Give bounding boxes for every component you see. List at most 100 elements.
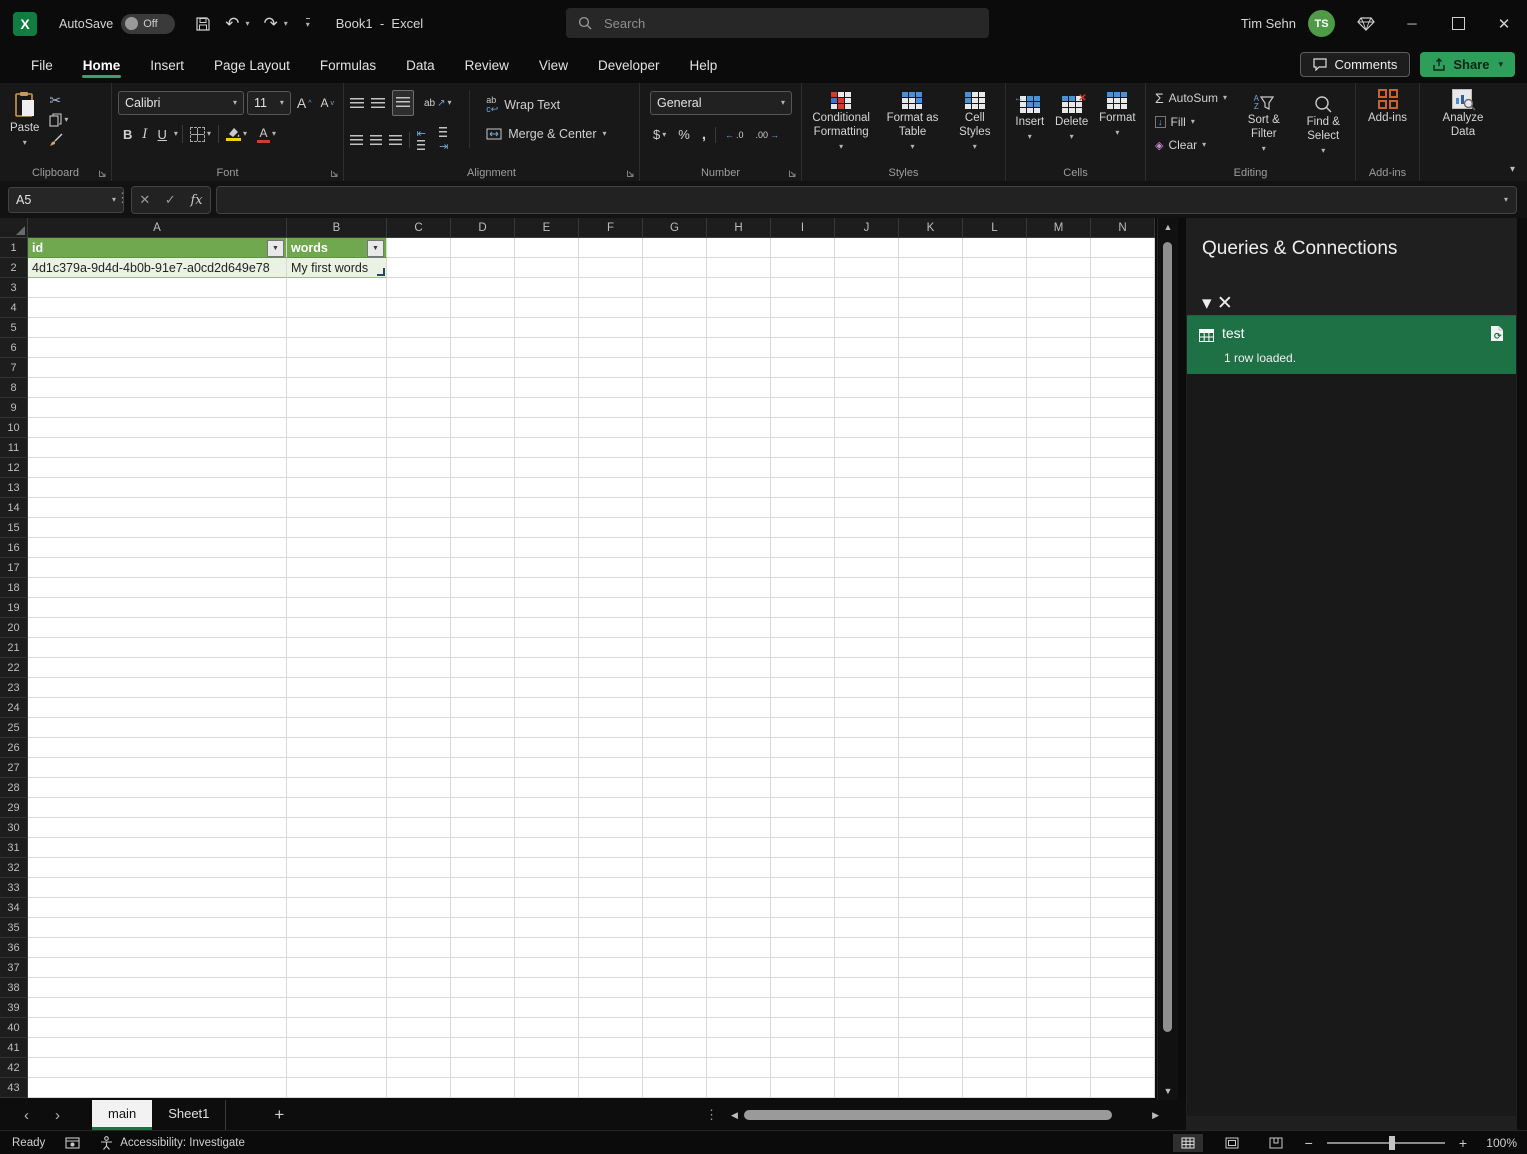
cell[interactable] bbox=[579, 778, 643, 798]
cell[interactable] bbox=[1027, 538, 1091, 558]
cell[interactable] bbox=[899, 438, 963, 458]
cell[interactable] bbox=[387, 678, 451, 698]
cell[interactable] bbox=[1091, 918, 1155, 938]
cell[interactable] bbox=[1027, 238, 1091, 258]
cell[interactable] bbox=[287, 278, 387, 298]
cell[interactable] bbox=[899, 518, 963, 538]
cell[interactable]: My first words bbox=[287, 258, 387, 278]
row-header[interactable]: 34 bbox=[0, 898, 28, 918]
cell[interactable] bbox=[287, 538, 387, 558]
cell[interactable] bbox=[771, 778, 835, 798]
row-header[interactable]: 1 bbox=[0, 238, 28, 258]
search-input[interactable] bbox=[602, 14, 946, 32]
cell[interactable] bbox=[28, 518, 287, 538]
cell[interactable] bbox=[451, 678, 515, 698]
cell[interactable] bbox=[643, 998, 707, 1018]
cell[interactable] bbox=[451, 538, 515, 558]
save-icon[interactable] bbox=[195, 16, 211, 32]
cell[interactable] bbox=[1091, 818, 1155, 838]
cell[interactable] bbox=[963, 598, 1027, 618]
cell[interactable] bbox=[899, 498, 963, 518]
cell[interactable] bbox=[835, 518, 899, 538]
cell[interactable] bbox=[451, 398, 515, 418]
cell[interactable] bbox=[28, 718, 287, 738]
cell[interactable] bbox=[899, 598, 963, 618]
cell[interactable] bbox=[771, 898, 835, 918]
cell[interactable] bbox=[835, 558, 899, 578]
column-header[interactable]: F bbox=[579, 218, 643, 238]
cell[interactable] bbox=[287, 898, 387, 918]
cell[interactable] bbox=[28, 1058, 287, 1078]
cell[interactable] bbox=[771, 718, 835, 738]
sheet-tab-sheet1[interactable]: Sheet1 bbox=[152, 1100, 227, 1130]
cell[interactable] bbox=[287, 998, 387, 1018]
cell[interactable] bbox=[451, 718, 515, 738]
cell[interactable] bbox=[771, 518, 835, 538]
row-header[interactable]: 16 bbox=[0, 538, 28, 558]
row-header[interactable]: 37 bbox=[0, 958, 28, 978]
underline-button[interactable]: U bbox=[155, 125, 170, 144]
cell[interactable] bbox=[579, 1018, 643, 1038]
cell[interactable] bbox=[387, 298, 451, 318]
copy-button[interactable]: ▾ bbox=[49, 113, 68, 127]
cell[interactable] bbox=[287, 378, 387, 398]
cell[interactable] bbox=[899, 378, 963, 398]
cell[interactable] bbox=[28, 398, 287, 418]
row-header[interactable]: 11 bbox=[0, 438, 28, 458]
cell[interactable] bbox=[963, 558, 1027, 578]
cell[interactable] bbox=[579, 298, 643, 318]
cell[interactable] bbox=[387, 538, 451, 558]
format-dropdown-icon[interactable]: ▾ bbox=[1115, 128, 1119, 137]
cell[interactable] bbox=[771, 378, 835, 398]
cell[interactable] bbox=[451, 798, 515, 818]
cell[interactable] bbox=[28, 438, 287, 458]
cell[interactable] bbox=[707, 438, 771, 458]
cell[interactable] bbox=[643, 318, 707, 338]
row-header[interactable]: 27 bbox=[0, 758, 28, 778]
fill-color-dropdown-icon[interactable]: ▾ bbox=[243, 130, 247, 138]
row-header[interactable]: 5 bbox=[0, 318, 28, 338]
cell[interactable] bbox=[771, 998, 835, 1018]
row-header[interactable]: 2 bbox=[0, 258, 28, 278]
cell[interactable] bbox=[963, 698, 1027, 718]
cell[interactable] bbox=[287, 598, 387, 618]
undo-dropdown-icon[interactable]: ▾ bbox=[245, 19, 249, 28]
cell[interactable] bbox=[643, 358, 707, 378]
new-sheet-button[interactable]: + bbox=[274, 1105, 284, 1125]
increase-indent-button[interactable]: ⇥ bbox=[439, 127, 454, 153]
row-header[interactable]: 28 bbox=[0, 778, 28, 798]
cell[interactable] bbox=[1027, 918, 1091, 938]
fill-button[interactable]: ↓ Fill ▾ bbox=[1152, 113, 1230, 131]
cell[interactable] bbox=[963, 858, 1027, 878]
cell[interactable] bbox=[579, 438, 643, 458]
cell[interactable] bbox=[515, 658, 579, 678]
cell[interactable] bbox=[515, 578, 579, 598]
row-header[interactable]: 31 bbox=[0, 838, 28, 858]
cell[interactable] bbox=[387, 1078, 451, 1098]
cell[interactable] bbox=[287, 798, 387, 818]
cell[interactable] bbox=[707, 798, 771, 818]
cell[interactable] bbox=[387, 438, 451, 458]
cell[interactable] bbox=[963, 278, 1027, 298]
cell[interactable] bbox=[1091, 298, 1155, 318]
cell[interactable] bbox=[1091, 1058, 1155, 1078]
cell[interactable] bbox=[387, 278, 451, 298]
cell[interactable] bbox=[515, 778, 579, 798]
cell[interactable] bbox=[1091, 658, 1155, 678]
cell[interactable] bbox=[707, 638, 771, 658]
cell[interactable] bbox=[28, 978, 287, 998]
cell[interactable] bbox=[899, 738, 963, 758]
cell[interactable] bbox=[1091, 978, 1155, 998]
cell[interactable] bbox=[963, 318, 1027, 338]
cell[interactable] bbox=[899, 938, 963, 958]
cell[interactable] bbox=[1027, 398, 1091, 418]
cell[interactable] bbox=[643, 838, 707, 858]
cell[interactable] bbox=[515, 378, 579, 398]
cell[interactable] bbox=[1027, 738, 1091, 758]
cell[interactable] bbox=[387, 378, 451, 398]
cell[interactable] bbox=[835, 498, 899, 518]
cell[interactable] bbox=[579, 278, 643, 298]
cell[interactable] bbox=[287, 958, 387, 978]
cell[interactable] bbox=[707, 978, 771, 998]
cell[interactable] bbox=[451, 438, 515, 458]
